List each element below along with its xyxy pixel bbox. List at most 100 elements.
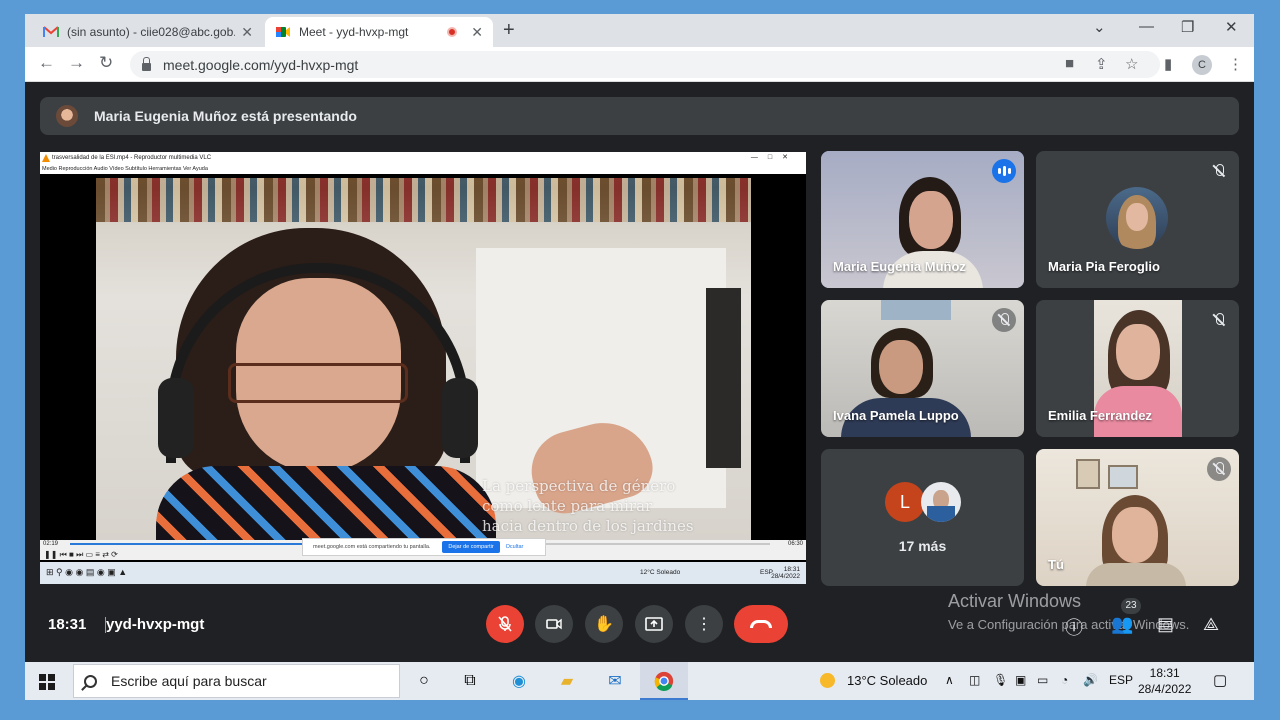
menu-dots-icon[interactable]: ⋮ bbox=[1228, 55, 1243, 73]
edge-icon[interactable]: ◉ bbox=[507, 670, 531, 692]
speaker-shirt bbox=[156, 466, 496, 540]
tab-meet[interactable]: Meet - yyd-hvxp-mgt ✕ bbox=[265, 17, 493, 47]
new-tab-icon[interactable]: + bbox=[503, 19, 515, 42]
speaker-figure bbox=[156, 228, 496, 540]
taskbar-search-box[interactable]: Escribe aquí para buscar bbox=[73, 664, 400, 698]
more-count: 17 más bbox=[898, 538, 947, 554]
participant-tile[interactable]: Maria Eugenia Muñoz bbox=[821, 151, 1024, 288]
overlay-line: como lente para mirar bbox=[482, 497, 653, 515]
people-icon[interactable]: 👥 bbox=[1111, 614, 1133, 635]
more-participants-tile[interactable]: L 17 más bbox=[821, 449, 1024, 586]
headphone-right bbox=[442, 378, 478, 458]
vlc-title-text: trasversalidad de la ESI.mp4 - Reproduct… bbox=[52, 155, 212, 161]
mail-icon[interactable]: ✉ bbox=[603, 670, 627, 692]
mic-toggle-button[interactable] bbox=[486, 605, 524, 643]
share-notice-text: meet.google.com está compartiendo tu pan… bbox=[313, 544, 431, 550]
tray-expand-icon[interactable]: ∧ bbox=[945, 673, 954, 687]
video-overlay-text: La perspectiva de género como lente para… bbox=[482, 476, 742, 536]
presenting-banner: Maria Eugenia Muñoz está presentando bbox=[40, 97, 1239, 135]
participant-tile[interactable]: Ivana Pamela Luppo bbox=[821, 300, 1024, 437]
participant-name: Emilia Ferrandez bbox=[1048, 408, 1153, 423]
back-icon[interactable]: ← bbox=[38, 53, 55, 73]
tab-strip: (sin asunto) - ciie028@abc.gob.ar ✕ Meet… bbox=[25, 14, 1254, 47]
presenting-text: Maria Eugenia Muñoz está presentando bbox=[94, 108, 357, 124]
reload-icon[interactable]: ↻ bbox=[99, 53, 113, 73]
weather-widget[interactable]: 13°C Soleado bbox=[820, 673, 927, 688]
meeting-details-icon[interactable]: ⓘ bbox=[1065, 614, 1083, 640]
overlay-line: hacia dentro de los jardines bbox=[482, 517, 694, 535]
wifi-icon[interactable]: ◔ bbox=[1061, 673, 1068, 687]
more-vert-icon: ⋮ bbox=[696, 616, 712, 633]
present-screen-button[interactable] bbox=[635, 605, 673, 643]
search-icon bbox=[84, 674, 97, 688]
tab-title: Meet - yyd-hvxp-mgt bbox=[299, 25, 409, 39]
meeting-code: yyd-hvxp-mgt bbox=[106, 616, 205, 633]
participant-face bbox=[1112, 507, 1158, 563]
avatar-shirt bbox=[927, 506, 955, 522]
weather-text: 13°C Soleado bbox=[847, 673, 928, 688]
meeting-time: 18:31 bbox=[48, 616, 87, 633]
inner-taskbar: ⊞ ⚲ ◉ ◉ ▤ ◉ ▣ ▲ 12°C Soleado ESP 18:31 2… bbox=[40, 562, 806, 584]
camera-toggle-button[interactable] bbox=[535, 605, 573, 643]
participant-tile[interactable]: Emilia Ferrandez bbox=[1036, 300, 1239, 437]
file-explorer-icon[interactable]: ▰ bbox=[555, 670, 579, 692]
meet-icon bbox=[276, 27, 290, 37]
self-tile[interactable]: Tú bbox=[1036, 449, 1239, 586]
url-text: meet.google.com/yyd-hvxp-mgt bbox=[163, 56, 359, 73]
bookshelf bbox=[96, 178, 751, 222]
leave-call-button[interactable] bbox=[734, 605, 788, 643]
more-options-button[interactable]: ⋮ bbox=[685, 605, 723, 643]
notifications-icon[interactable]: ▢ bbox=[1213, 671, 1227, 689]
search-placeholder: Escribe aquí para buscar bbox=[111, 673, 267, 689]
restore-icon[interactable]: ❐ bbox=[1181, 18, 1194, 36]
profile-avatar[interactable]: C bbox=[1192, 55, 1212, 75]
minimize-icon[interactable]: — bbox=[1139, 18, 1154, 35]
vlc-buttons: ❚❚ ⏮ ■ ⏭ ▭ ≡ ⇄ ⟳ bbox=[44, 550, 118, 559]
participant-name: Tú bbox=[1048, 557, 1064, 572]
battery-icon[interactable]: ▭ bbox=[1037, 673, 1048, 687]
camera-icon bbox=[546, 618, 562, 630]
mic-off-icon bbox=[498, 616, 512, 632]
volume-icon[interactable]: 🔊 bbox=[1083, 673, 1098, 687]
tab-search-icon[interactable]: ⌄ bbox=[1093, 18, 1106, 36]
activities-icon[interactable]: ⟁ bbox=[1203, 614, 1219, 635]
participant-initial-avatar: L bbox=[885, 482, 925, 522]
bookmark-star-icon[interactable]: ☆ bbox=[1125, 55, 1138, 73]
mic-off-icon bbox=[1207, 457, 1231, 481]
inner-taskbar-icons: ⊞ ⚲ ◉ ◉ ▤ ◉ ▣ ▲ bbox=[46, 567, 128, 577]
chrome-tray-icon[interactable]: ▣ bbox=[1015, 673, 1026, 687]
speaking-indicator-icon bbox=[992, 159, 1016, 183]
vlc-window-controls: —□✕ bbox=[750, 154, 798, 161]
chrome-taskbar-button[interactable] bbox=[640, 662, 688, 700]
language-indicator[interactable]: ESP bbox=[1109, 673, 1133, 687]
close-tab-icon[interactable]: ✕ bbox=[241, 24, 253, 41]
wall-picture bbox=[1108, 465, 1138, 489]
inner-clock: 18:31 28/4/2022 bbox=[771, 566, 800, 580]
phone-hangup-icon bbox=[750, 620, 772, 628]
close-window-icon[interactable]: ✕ bbox=[1225, 18, 1238, 36]
address-bar[interactable]: meet.google.com/yyd-hvxp-mgt bbox=[130, 51, 1160, 78]
inner-weather: 12°C Soleado bbox=[640, 569, 681, 576]
task-view-icon[interactable]: ⧉ bbox=[458, 670, 482, 692]
raise-hand-button[interactable]: ✋ bbox=[585, 605, 623, 643]
participant-photo-avatar bbox=[921, 482, 961, 522]
camera-permission-icon[interactable]: ■ bbox=[1065, 55, 1074, 72]
tab-gmail[interactable]: (sin asunto) - ciie028@abc.gob.ar ✕ bbox=[33, 17, 263, 47]
participant-tile[interactable]: Maria Pia Feroglio bbox=[1036, 151, 1239, 288]
mic-tray-icon[interactable]: 🎙 bbox=[993, 673, 1008, 687]
forward-icon[interactable]: → bbox=[68, 53, 85, 73]
close-tab-icon[interactable]: ✕ bbox=[471, 24, 483, 41]
taskbar-clock[interactable]: 18:31 28/4/2022 bbox=[1138, 665, 1191, 697]
meet-tray-icon[interactable]: ◫ bbox=[969, 673, 980, 687]
hand-icon: ✋ bbox=[594, 616, 614, 633]
share-icon[interactable]: ⇪ bbox=[1095, 55, 1108, 73]
gmail-icon bbox=[43, 26, 59, 37]
side-panel-icon[interactable]: ▮ bbox=[1164, 55, 1172, 73]
tab-title: (sin asunto) - ciie028@abc.gob.ar bbox=[67, 25, 236, 39]
windows-taskbar: Escribe aquí para buscar ○ ⧉ ◉ ▰ ✉ 13°C … bbox=[25, 662, 1254, 700]
chat-icon[interactable]: ▤ bbox=[1157, 614, 1174, 635]
cortana-icon[interactable]: ○ bbox=[412, 670, 436, 692]
windows-start-icon[interactable] bbox=[39, 674, 55, 690]
participant-face bbox=[909, 191, 953, 249]
participant-name: Maria Eugenia Muñoz bbox=[833, 259, 966, 274]
